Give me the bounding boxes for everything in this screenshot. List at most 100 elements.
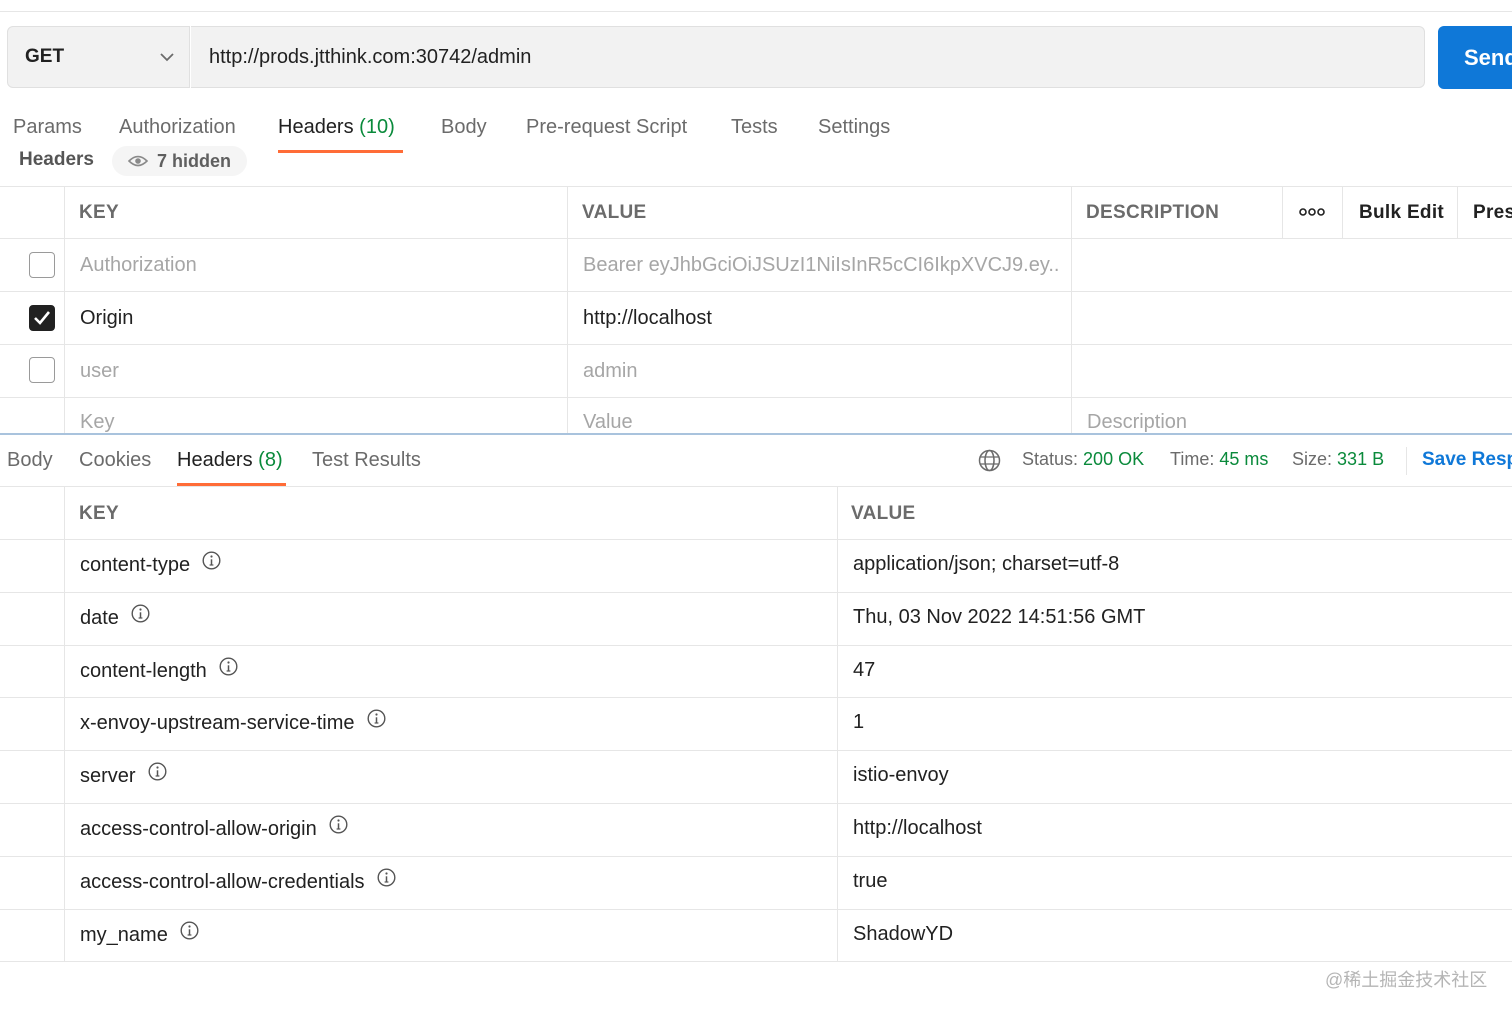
response-header-value-cell[interactable]: 1 (853, 711, 864, 734)
info-icon[interactable] (377, 868, 396, 893)
response-header-key: my_name (80, 923, 168, 946)
tab-params[interactable]: Params (13, 116, 82, 139)
header-key-cell[interactable]: user (80, 360, 119, 383)
hidden-headers-toggle[interactable]: 7 hidden (112, 146, 248, 176)
status-divider (1406, 447, 1407, 475)
column-header-value: VALUE (582, 202, 647, 223)
tab-body[interactable]: Body (441, 116, 487, 139)
info-icon[interactable] (367, 709, 386, 734)
info-icon[interactable] (131, 604, 150, 629)
response-header-value-cell[interactable]: ShadowYD (853, 923, 953, 946)
bulk-edit-button[interactable]: Bulk Edit (1359, 202, 1444, 224)
url-input[interactable]: http://prods.jtthink.com:30742/admin (191, 26, 1425, 88)
response-header-key: content-type (80, 553, 191, 576)
table-border (64, 486, 65, 961)
info-icon[interactable] (329, 815, 348, 840)
new-value-input[interactable]: Value (583, 411, 633, 434)
chevron-down-icon (160, 53, 174, 62)
header-key-cell[interactable]: Authorization (80, 254, 197, 277)
response-header-key-cell[interactable]: access-control-allow-credentials (80, 868, 396, 895)
response-header-key-cell[interactable]: server (80, 762, 167, 789)
tab-authorization[interactable]: Authorization (119, 116, 236, 139)
row-enable-checkbox[interactable] (29, 305, 55, 331)
send-button[interactable]: Send (1438, 26, 1512, 89)
hidden-headers-label: 7 hidden (157, 150, 232, 171)
more-options-button[interactable] (1299, 205, 1325, 223)
column-header-description: DESCRIPTION (1086, 202, 1220, 223)
response-header-key: content-length (80, 659, 207, 682)
response-tab-test-results[interactable]: Test Results (312, 449, 421, 472)
table-border (0, 909, 1512, 910)
row-enable-checkbox[interactable] (29, 357, 55, 383)
response-header-key-cell[interactable]: content-type (80, 551, 221, 578)
table-border (1457, 186, 1458, 238)
tab-tests[interactable]: Tests (731, 116, 778, 139)
table-border (0, 539, 1512, 540)
table-border (1282, 186, 1283, 238)
tab-headers-count: (10) (359, 116, 395, 138)
response-tab-body[interactable]: Body (7, 449, 53, 472)
response-header-key-cell[interactable]: content-length (80, 657, 238, 684)
header-value-cell[interactable]: admin (583, 360, 637, 383)
info-icon[interactable] (202, 551, 221, 576)
table-border (0, 486, 1512, 487)
table-border (0, 750, 1512, 751)
table-border (0, 238, 1512, 239)
response-header-value-cell[interactable]: Thu, 03 Nov 2022 14:51:56 GMT (853, 606, 1145, 629)
tab-settings[interactable]: Settings (818, 116, 890, 139)
table-border (0, 291, 1512, 292)
table-border (0, 344, 1512, 345)
active-tab-indicator (278, 150, 403, 153)
response-tab-headers[interactable]: Headers (8) (177, 449, 283, 472)
table-border (0, 697, 1512, 698)
header-value-cell[interactable]: http://localhost (583, 307, 712, 330)
info-icon[interactable] (148, 762, 167, 787)
top-border (0, 11, 1512, 12)
header-key-cell[interactable]: Origin (80, 307, 133, 330)
response-header-key-cell[interactable]: x-envoy-upstream-service-time (80, 709, 386, 736)
tab-headers-label: Headers (278, 116, 354, 138)
table-border (64, 186, 65, 433)
response-header-value-cell[interactable]: application/json; charset=utf-8 (853, 553, 1119, 576)
response-header-key-cell[interactable]: my_name (80, 921, 199, 948)
table-border (0, 592, 1512, 593)
info-icon[interactable] (180, 921, 199, 946)
time-value: 45 ms (1219, 449, 1269, 469)
tab-headers[interactable]: Headers (10) (278, 116, 395, 139)
response-header-key-cell[interactable]: date (80, 604, 150, 631)
new-key-input[interactable]: Key (80, 411, 114, 434)
response-header-value-cell[interactable]: 47 (853, 659, 875, 682)
response-header-value-cell[interactable]: http://localhost (853, 817, 982, 840)
globe-icon[interactable] (978, 449, 1001, 472)
table-border (0, 803, 1512, 804)
header-value-cell[interactable]: Bearer eyJhbGciOiJSUzI1NiIsInR5cCI6IkpXV… (583, 254, 1061, 277)
status-value: 200 OK (1083, 449, 1145, 469)
row-enable-checkbox[interactable] (29, 252, 55, 278)
table-border (0, 186, 1512, 187)
new-description-input[interactable]: Description (1087, 411, 1187, 434)
save-response-button[interactable]: Save Response (1422, 449, 1512, 471)
response-header-value-cell[interactable]: istio-envoy (853, 764, 949, 787)
eye-icon (128, 155, 148, 167)
headers-section-title: Headers (19, 149, 94, 170)
response-time[interactable]: Time: 45 ms (1170, 449, 1268, 470)
tab-pre-request-script[interactable]: Pre-request Script (526, 116, 687, 139)
response-tab-cookies[interactable]: Cookies (79, 449, 151, 472)
table-border (0, 645, 1512, 646)
column-header-key: KEY (79, 202, 119, 223)
method-select[interactable]: GET (7, 26, 190, 88)
pane-resize-handle[interactable] (0, 433, 1512, 435)
response-header-value-cell[interactable]: true (853, 870, 887, 893)
presets-button[interactable]: Presets (1473, 202, 1512, 224)
response-size[interactable]: Size: 331 B (1292, 449, 1384, 470)
response-header-key: x-envoy-upstream-service-time (80, 712, 355, 735)
status-label: Status: (1022, 449, 1079, 469)
table-border (1342, 186, 1343, 238)
response-header-key: server (80, 764, 136, 787)
method-label: GET (25, 46, 65, 67)
response-status[interactable]: Status: 200 OK (1022, 449, 1144, 470)
response-tab-headers-label: Headers (177, 449, 253, 471)
info-icon[interactable] (219, 657, 238, 682)
response-header-key: access-control-allow-credentials (80, 870, 365, 893)
response-header-key-cell[interactable]: access-control-allow-origin (80, 815, 348, 842)
